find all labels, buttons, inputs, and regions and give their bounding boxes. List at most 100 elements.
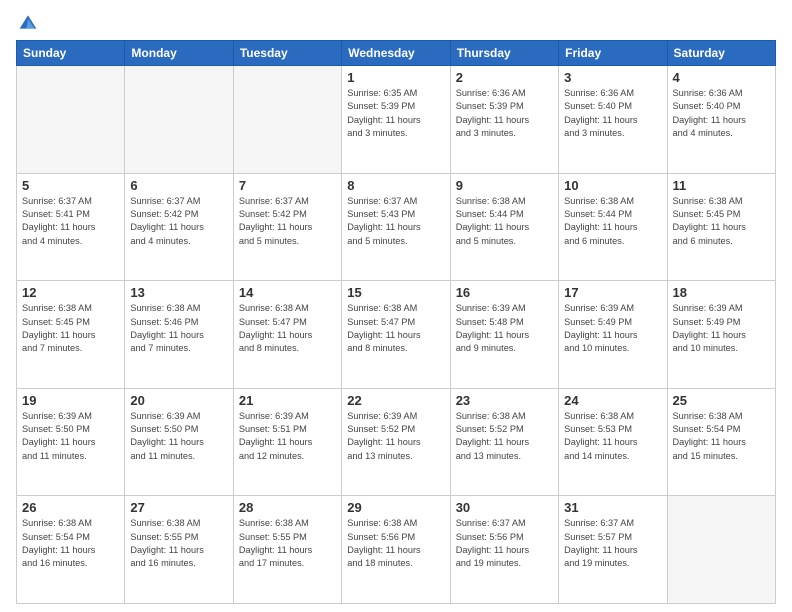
day-info: Sunrise: 6:38 AMSunset: 5:45 PMDaylight:… bbox=[22, 302, 119, 355]
table-row bbox=[17, 66, 125, 174]
day-number: 28 bbox=[239, 500, 336, 515]
header-sunday: Sunday bbox=[17, 41, 125, 66]
day-info: Sunrise: 6:38 AMSunset: 5:45 PMDaylight:… bbox=[673, 195, 770, 248]
day-number: 22 bbox=[347, 393, 444, 408]
table-row: 30Sunrise: 6:37 AMSunset: 5:56 PMDayligh… bbox=[450, 496, 558, 604]
calendar-week-row: 12Sunrise: 6:38 AMSunset: 5:45 PMDayligh… bbox=[17, 281, 776, 389]
table-row: 21 Sunrise: 6:39 AMSunset: 5:51 PMDayligh… bbox=[233, 388, 341, 496]
table-row bbox=[125, 66, 233, 174]
day-number: 11 bbox=[673, 178, 770, 193]
day-info: Sunrise: 6:39 AMSunset: 5:48 PMDaylight:… bbox=[456, 302, 553, 355]
day-info: Sunrise: 6:39 AMSunset: 5:49 PMDaylight:… bbox=[564, 302, 661, 355]
day-number: 7 bbox=[239, 178, 336, 193]
day-info: Sunrise: 6:38 AMSunset: 5:46 PMDaylight:… bbox=[130, 302, 227, 355]
day-number: 14 bbox=[239, 285, 336, 300]
table-row: 3 Sunrise: 6:36 AMSunset: 5:40 PMDaylight… bbox=[559, 66, 667, 174]
day-number: 27 bbox=[130, 500, 227, 515]
table-row bbox=[233, 66, 341, 174]
table-row: 31Sunrise: 6:37 AMSunset: 5:57 PMDayligh… bbox=[559, 496, 667, 604]
table-row: 11 Sunrise: 6:38 AMSunset: 5:45 PMDayligh… bbox=[667, 173, 775, 281]
day-info: Sunrise: 6:38 AMSunset: 5:47 PMDaylight:… bbox=[239, 302, 336, 355]
day-info: Sunrise: 6:38 AMSunset: 5:44 PMDaylight:… bbox=[456, 195, 553, 248]
day-info: Sunrise: 6:39 AMSunset: 5:52 PMDaylight:… bbox=[347, 410, 444, 463]
header bbox=[16, 12, 776, 32]
day-number: 21 bbox=[239, 393, 336, 408]
table-row: 27 Sunrise: 6:38 AMSunset: 5:55 PMDayligh… bbox=[125, 496, 233, 604]
table-row: 10 Sunrise: 6:38 AMSunset: 5:44 PMDayligh… bbox=[559, 173, 667, 281]
day-info: Sunrise: 6:36 AMSunset: 5:40 PMDaylight:… bbox=[564, 87, 661, 140]
table-row: 2 Sunrise: 6:36 AMSunset: 5:39 PMDaylight… bbox=[450, 66, 558, 174]
calendar-week-row: 19 Sunrise: 6:39 AMSunset: 5:50 PMDayligh… bbox=[17, 388, 776, 496]
calendar-week-row: 26 Sunrise: 6:38 AMSunset: 5:54 PMDayligh… bbox=[17, 496, 776, 604]
table-row: 7Sunrise: 6:37 AMSunset: 5:42 PMDaylight… bbox=[233, 173, 341, 281]
day-number: 13 bbox=[130, 285, 227, 300]
day-number: 15 bbox=[347, 285, 444, 300]
day-number: 23 bbox=[456, 393, 553, 408]
header-monday: Monday bbox=[125, 41, 233, 66]
header-wednesday: Wednesday bbox=[342, 41, 450, 66]
day-info: Sunrise: 6:35 AMSunset: 5:39 PMDaylight:… bbox=[347, 87, 444, 140]
day-info: Sunrise: 6:39 AMSunset: 5:50 PMDaylight:… bbox=[22, 410, 119, 463]
header-saturday: Saturday bbox=[667, 41, 775, 66]
table-row: 22 Sunrise: 6:39 AMSunset: 5:52 PMDayligh… bbox=[342, 388, 450, 496]
logo bbox=[16, 12, 38, 32]
day-info: Sunrise: 6:37 AMSunset: 5:41 PMDaylight:… bbox=[22, 195, 119, 248]
day-info: Sunrise: 6:37 AMSunset: 5:57 PMDaylight:… bbox=[564, 517, 661, 570]
calendar-week-row: 5 Sunrise: 6:37 AMSunset: 5:41 PMDaylight… bbox=[17, 173, 776, 281]
day-info: Sunrise: 6:36 AMSunset: 5:40 PMDaylight:… bbox=[673, 87, 770, 140]
table-row: 16 Sunrise: 6:39 AMSunset: 5:48 PMDayligh… bbox=[450, 281, 558, 389]
day-info: Sunrise: 6:38 AMSunset: 5:52 PMDaylight:… bbox=[456, 410, 553, 463]
day-number: 19 bbox=[22, 393, 119, 408]
day-info: Sunrise: 6:36 AMSunset: 5:39 PMDaylight:… bbox=[456, 87, 553, 140]
day-info: Sunrise: 6:38 AMSunset: 5:53 PMDaylight:… bbox=[564, 410, 661, 463]
table-row: 25Sunrise: 6:38 AMSunset: 5:54 PMDayligh… bbox=[667, 388, 775, 496]
table-row: 24 Sunrise: 6:38 AMSunset: 5:53 PMDayligh… bbox=[559, 388, 667, 496]
table-row: 18Sunrise: 6:39 AMSunset: 5:49 PMDayligh… bbox=[667, 281, 775, 389]
day-number: 8 bbox=[347, 178, 444, 193]
calendar-table: Sunday Monday Tuesday Wednesday Thursday… bbox=[16, 40, 776, 604]
day-number: 16 bbox=[456, 285, 553, 300]
table-row: 14 Sunrise: 6:38 AMSunset: 5:47 PMDayligh… bbox=[233, 281, 341, 389]
day-info: Sunrise: 6:39 AMSunset: 5:49 PMDaylight:… bbox=[673, 302, 770, 355]
day-number: 5 bbox=[22, 178, 119, 193]
table-row: 20 Sunrise: 6:39 AMSunset: 5:50 PMDayligh… bbox=[125, 388, 233, 496]
day-number: 3 bbox=[564, 70, 661, 85]
day-info: Sunrise: 6:38 AMSunset: 5:56 PMDaylight:… bbox=[347, 517, 444, 570]
header-thursday: Thursday bbox=[450, 41, 558, 66]
day-number: 1 bbox=[347, 70, 444, 85]
weekday-header-row: Sunday Monday Tuesday Wednesday Thursday… bbox=[17, 41, 776, 66]
table-row: 4 Sunrise: 6:36 AMSunset: 5:40 PMDaylight… bbox=[667, 66, 775, 174]
table-row bbox=[667, 496, 775, 604]
day-number: 10 bbox=[564, 178, 661, 193]
day-number: 24 bbox=[564, 393, 661, 408]
day-info: Sunrise: 6:39 AMSunset: 5:51 PMDaylight:… bbox=[239, 410, 336, 463]
header-friday: Friday bbox=[559, 41, 667, 66]
day-number: 26 bbox=[22, 500, 119, 515]
day-number: 4 bbox=[673, 70, 770, 85]
day-info: Sunrise: 6:38 AMSunset: 5:54 PMDaylight:… bbox=[673, 410, 770, 463]
day-info: Sunrise: 6:38 AMSunset: 5:54 PMDaylight:… bbox=[22, 517, 119, 570]
page: Sunday Monday Tuesday Wednesday Thursday… bbox=[0, 0, 792, 612]
day-info: Sunrise: 6:38 AMSunset: 5:55 PMDaylight:… bbox=[130, 517, 227, 570]
table-row: 15Sunrise: 6:38 AMSunset: 5:47 PMDayligh… bbox=[342, 281, 450, 389]
day-info: Sunrise: 6:37 AMSunset: 5:43 PMDaylight:… bbox=[347, 195, 444, 248]
day-info: Sunrise: 6:39 AMSunset: 5:50 PMDaylight:… bbox=[130, 410, 227, 463]
table-row: 29 Sunrise: 6:38 AMSunset: 5:56 PMDayligh… bbox=[342, 496, 450, 604]
table-row: 5 Sunrise: 6:37 AMSunset: 5:41 PMDaylight… bbox=[17, 173, 125, 281]
calendar-week-row: 1 Sunrise: 6:35 AMSunset: 5:39 PMDaylight… bbox=[17, 66, 776, 174]
table-row: 19 Sunrise: 6:39 AMSunset: 5:50 PMDayligh… bbox=[17, 388, 125, 496]
day-number: 2 bbox=[456, 70, 553, 85]
day-number: 29 bbox=[347, 500, 444, 515]
header-tuesday: Tuesday bbox=[233, 41, 341, 66]
day-info: Sunrise: 6:37 AMSunset: 5:56 PMDaylight:… bbox=[456, 517, 553, 570]
table-row: 26 Sunrise: 6:38 AMSunset: 5:54 PMDayligh… bbox=[17, 496, 125, 604]
table-row: 8 Sunrise: 6:37 AMSunset: 5:43 PMDaylight… bbox=[342, 173, 450, 281]
table-row: 9Sunrise: 6:38 AMSunset: 5:44 PMDaylight… bbox=[450, 173, 558, 281]
day-info: Sunrise: 6:37 AMSunset: 5:42 PMDaylight:… bbox=[130, 195, 227, 248]
table-row: 12Sunrise: 6:38 AMSunset: 5:45 PMDayligh… bbox=[17, 281, 125, 389]
day-info: Sunrise: 6:38 AMSunset: 5:44 PMDaylight:… bbox=[564, 195, 661, 248]
table-row: 23 Sunrise: 6:38 AMSunset: 5:52 PMDayligh… bbox=[450, 388, 558, 496]
day-number: 20 bbox=[130, 393, 227, 408]
table-row: 17Sunrise: 6:39 AMSunset: 5:49 PMDayligh… bbox=[559, 281, 667, 389]
logo-icon bbox=[18, 12, 38, 32]
